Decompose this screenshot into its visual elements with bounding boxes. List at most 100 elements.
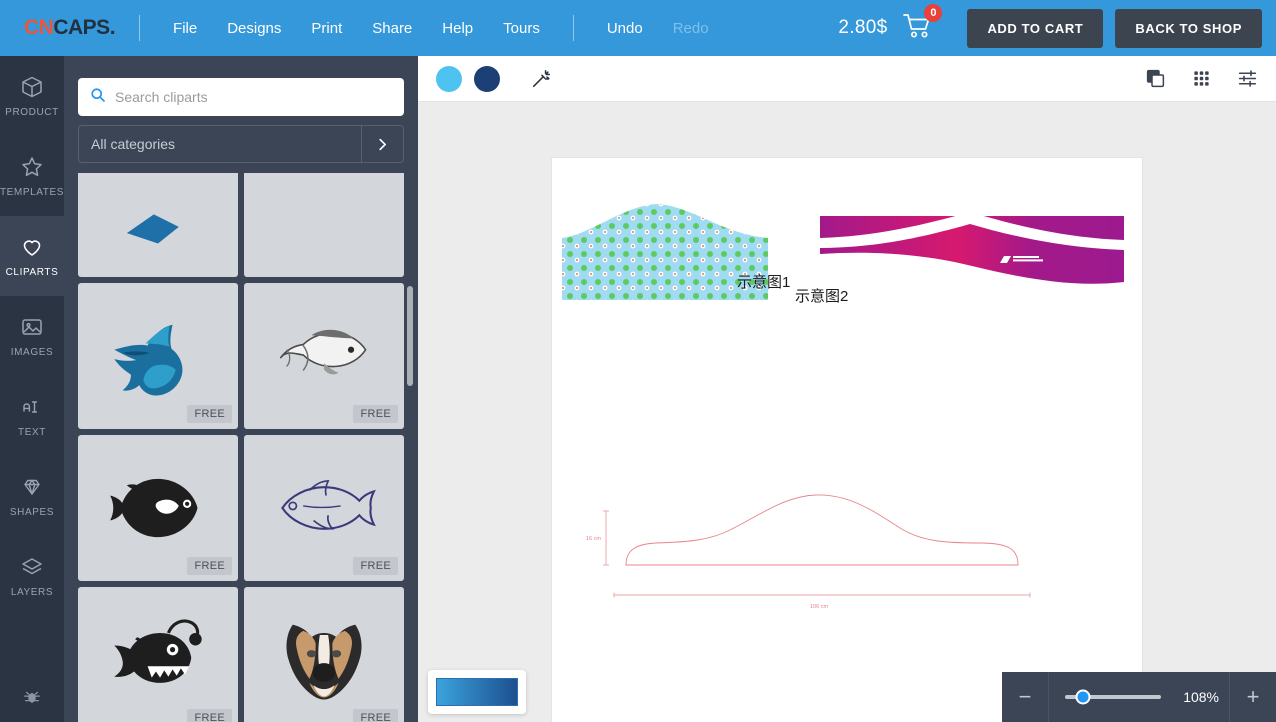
clipart-partial-top-right[interactable] (244, 173, 404, 277)
zoom-slider[interactable] (1065, 689, 1161, 705)
menu-item-share[interactable]: Share (357, 14, 427, 43)
menu-item-file[interactable]: File (158, 14, 212, 43)
cliparts-grid: FREE FREE FREE FREE FREE FREE (64, 173, 418, 722)
history-menu: Undo Redo (592, 14, 724, 43)
header-divider-2 (572, 15, 574, 41)
canvas-area: 示意图1 示意图2 16 cm 106 cm − 108% + (418, 56, 1276, 722)
add-to-cart-button[interactable]: ADD TO CART (967, 8, 1104, 48)
clipart-anglerfish[interactable]: FREE (78, 587, 238, 722)
cart-price: 2.80$ (838, 17, 888, 38)
sidebar-item-cliparts[interactable]: CLIPARTS (0, 216, 64, 296)
chevron-right-icon[interactable] (361, 126, 403, 162)
clipart-angelfish[interactable]: FREE (78, 435, 238, 581)
sidebar-item-label: TEMPLATES (0, 187, 65, 198)
color-swatch-dark[interactable] (474, 65, 500, 92)
top-header: CN CAPS. File Designs Print Share Help To… (0, 0, 1276, 56)
cliparts-scroll-region[interactable]: FREE FREE FREE FREE FREE FREE (64, 173, 418, 722)
category-selector[interactable]: All categories (78, 125, 404, 163)
canvas-toolbar-right (1145, 68, 1258, 89)
blueprint-height-label: 16 cm (586, 536, 601, 542)
clipart-boxer-dog[interactable]: FREE (244, 587, 404, 722)
category-label[interactable]: All categories (79, 126, 361, 162)
free-badge: FREE (187, 557, 232, 575)
main-menu: File Designs Print Share Help Tours (158, 14, 555, 43)
design-mockup-2 (820, 212, 1124, 284)
logo-caps-text: CAPS. (53, 16, 116, 39)
heart-icon (19, 234, 45, 260)
menu-item-tours[interactable]: Tours (488, 14, 555, 43)
search-input[interactable] (115, 89, 392, 105)
clipart-art (114, 324, 183, 396)
clipart-art (286, 624, 362, 700)
app-logo[interactable]: CN CAPS. (14, 16, 116, 40)
app-body: PRODUCT TEMPLATES CLIPARTS IMAGES TEXT S… (0, 56, 1276, 722)
sidebar-item-label: IMAGES (10, 347, 54, 358)
cliparts-scrollbar-thumb[interactable] (407, 286, 413, 386)
sidebar-item-label: SHAPES (9, 507, 55, 518)
zoom-percent-label: 108% (1183, 689, 1219, 705)
sidebar-item-text[interactable]: TEXT (0, 376, 64, 456)
free-badge: FREE (353, 709, 398, 722)
design-sheet[interactable]: 示意图1 示意图2 16 cm 106 cm (552, 158, 1142, 722)
magic-wand-icon[interactable] (530, 68, 552, 90)
color-swatch-light[interactable] (436, 65, 462, 92)
text-icon (19, 394, 45, 420)
sidebar-item-product[interactable]: PRODUCT (0, 56, 64, 136)
design-label-2: 示意图2 (795, 288, 849, 305)
clipart-art (279, 329, 367, 375)
sidebar-item-templates[interactable]: TEMPLATES (0, 136, 64, 216)
header-divider-1 (139, 15, 141, 41)
zoom-in-button[interactable]: + (1230, 672, 1276, 722)
clipart-tuna[interactable]: FREE (244, 435, 404, 581)
clipart-marlin[interactable]: FREE (78, 283, 238, 429)
search-icon (90, 87, 106, 108)
image-icon (19, 314, 45, 340)
menu-item-designs[interactable]: Designs (212, 14, 296, 43)
redo-button[interactable]: Redo (658, 14, 724, 43)
logo-cn-text: CN (24, 16, 54, 39)
grid-icon[interactable] (1192, 69, 1211, 88)
free-badge: FREE (187, 405, 232, 423)
cliparts-scrollbar[interactable] (407, 56, 413, 722)
diamond-icon (19, 474, 45, 500)
clipart-art (114, 619, 202, 683)
adjustments-icon[interactable] (1237, 68, 1258, 89)
sidebar-item-shapes[interactable]: SHAPES (0, 456, 64, 536)
clipart-bass[interactable]: FREE (244, 283, 404, 429)
sidebar-item-layers[interactable]: LAYERS (0, 536, 64, 616)
menu-item-help[interactable]: Help (427, 14, 488, 43)
gradient-swatch-card[interactable] (428, 670, 526, 714)
sidebar-item-images[interactable]: IMAGES (0, 296, 64, 376)
design-label-1: 示意图1 (737, 274, 791, 291)
gradient-swatch[interactable] (436, 678, 518, 706)
blueprint-drawing: 16 cm 106 cm (586, 494, 1031, 610)
free-badge: FREE (187, 709, 232, 722)
zoom-out-button[interactable]: − (1002, 672, 1048, 722)
duplicate-icon[interactable] (1145, 68, 1166, 89)
zoom-slider-handle[interactable] (1075, 689, 1091, 705)
free-badge: FREE (353, 405, 398, 423)
cart-count-badge: 0 (924, 3, 943, 22)
left-rail: PRODUCT TEMPLATES CLIPARTS IMAGES TEXT S… (0, 56, 64, 722)
canvas-toolbar (418, 56, 1276, 102)
undo-button[interactable]: Undo (592, 14, 658, 43)
design-stage[interactable]: 示意图1 示意图2 16 cm 106 cm − 108% + (418, 102, 1276, 722)
zoom-controls: − 108% + (1002, 672, 1276, 722)
clipart-art (110, 478, 198, 538)
back-to-shop-button[interactable]: BACK TO SHOP (1115, 8, 1262, 48)
cart-button[interactable]: 0 (903, 3, 943, 44)
blueprint-width-label: 106 cm (810, 604, 828, 610)
app-root: CN CAPS. File Designs Print Share Help To… (0, 0, 1276, 722)
sidebar-item-label: PRODUCT (5, 107, 59, 118)
sidebar-item-label: TEXT (18, 427, 46, 438)
search-box[interactable] (78, 78, 404, 116)
clipart-partial-top-left[interactable] (78, 173, 238, 277)
bug-icon[interactable] (0, 686, 64, 708)
free-badge: FREE (353, 557, 398, 575)
menu-item-print[interactable]: Print (296, 14, 357, 43)
sidebar-item-label: CLIPARTS (5, 267, 59, 278)
cliparts-panel-header: All categories (64, 56, 418, 163)
zoom-divider-1 (1048, 672, 1049, 722)
sidebar-item-label: LAYERS (10, 587, 54, 598)
star-icon (19, 154, 45, 180)
